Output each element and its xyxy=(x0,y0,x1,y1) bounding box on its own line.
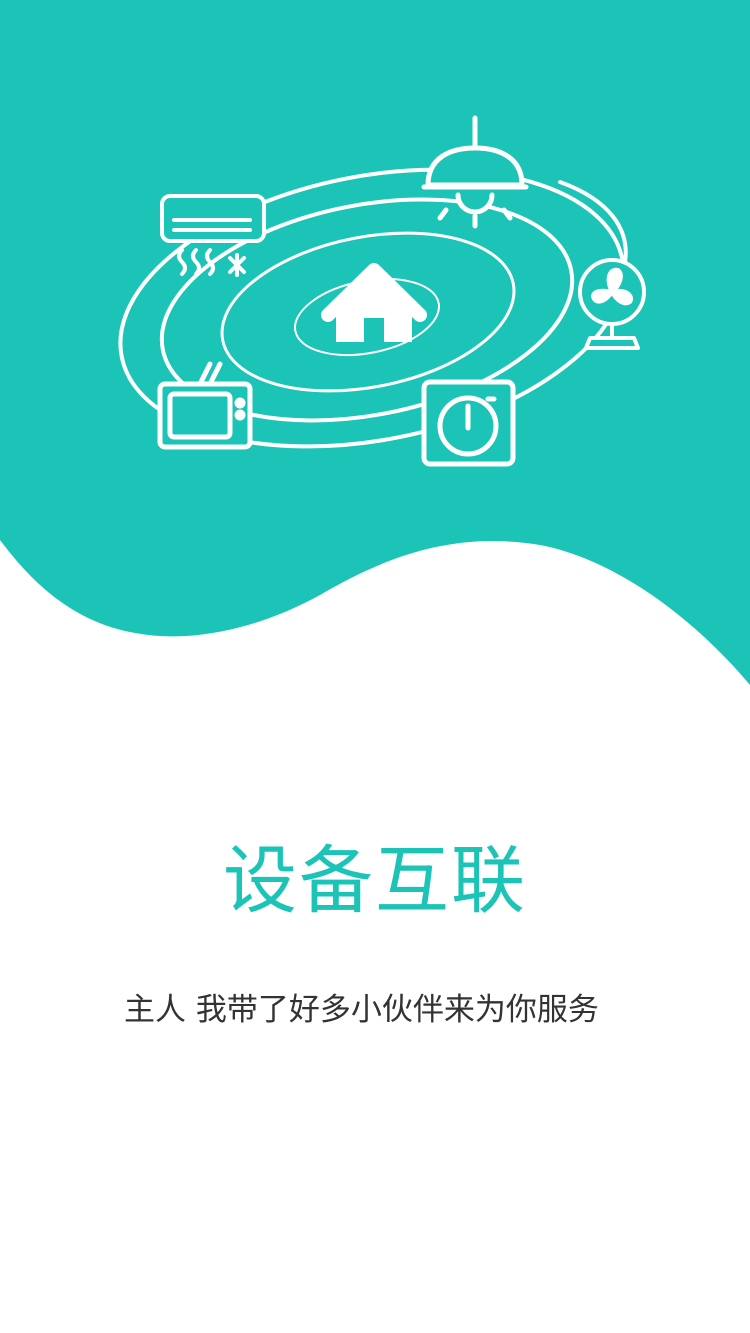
washing-machine-icon xyxy=(421,379,516,467)
air-conditioner-icon xyxy=(160,194,266,277)
tv-icon xyxy=(157,361,253,450)
page-subtitle: 主人 我带了好多小伙伴来为你服务 xyxy=(124,992,599,1028)
onboarding-screen: 设备互联 主人 我带了好多小伙伴来为你服务 xyxy=(0,0,750,1333)
fan-icon xyxy=(578,258,646,350)
smart-home-illustration xyxy=(118,115,646,467)
ceiling-lamp-icon xyxy=(421,115,529,229)
orbit-connector-line xyxy=(558,180,628,264)
page-title: 设备互联 xyxy=(223,838,527,924)
